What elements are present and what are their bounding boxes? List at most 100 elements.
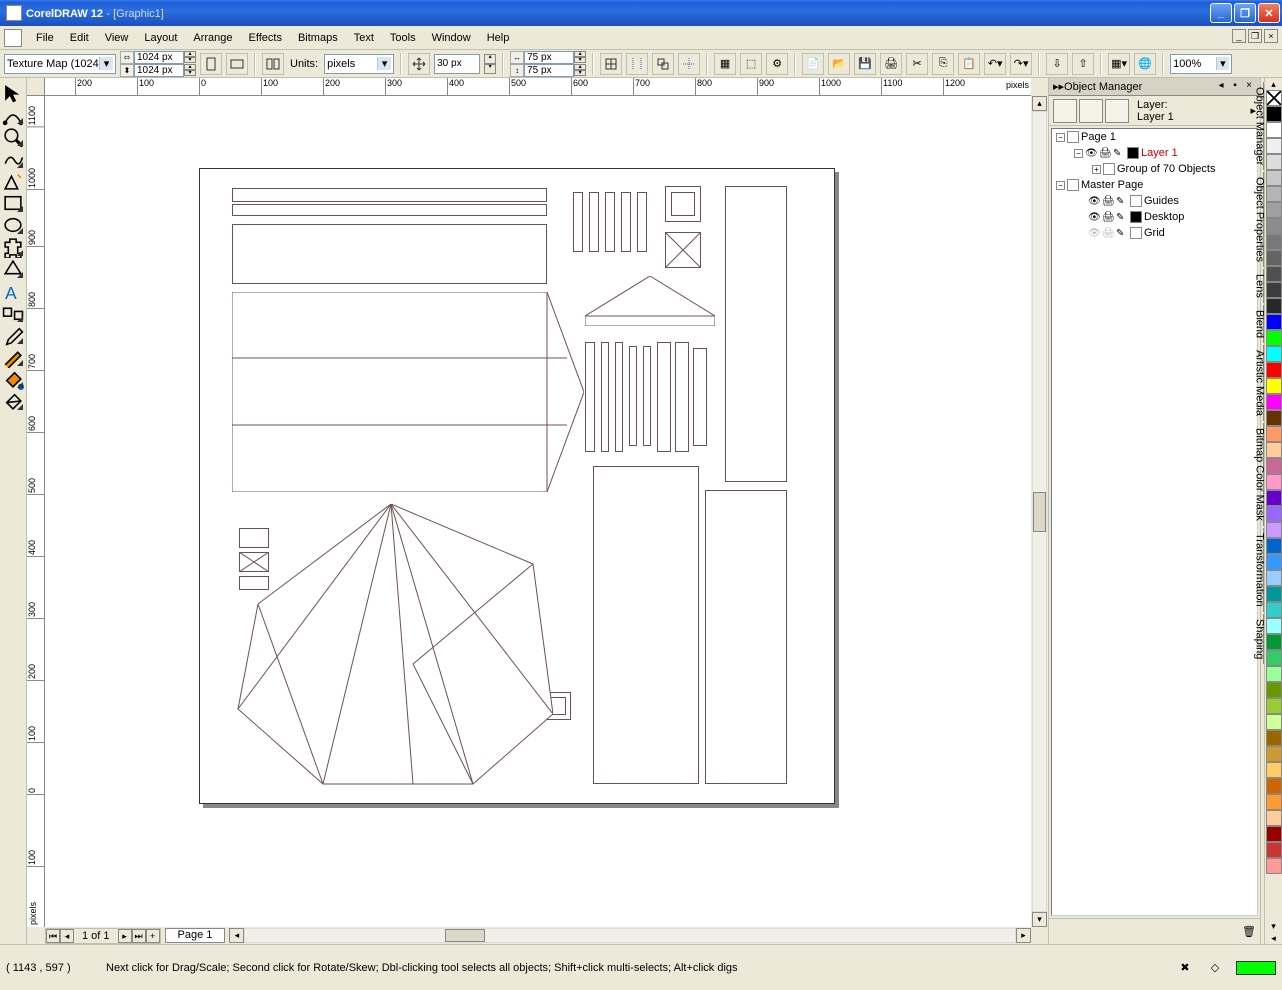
visible-icon[interactable]: 👁 <box>1088 196 1100 206</box>
tree-page[interactable]: Page 1 <box>1081 131 1116 143</box>
mdi-restore[interactable]: ❐ <box>1248 29 1262 43</box>
pick-tool[interactable] <box>1 82 25 104</box>
paper-size-combo[interactable]: Texture Map (1024... ▾ <box>4 54 116 74</box>
freehand-tool[interactable] <box>1 148 25 170</box>
editable-icon[interactable]: ✎ <box>1116 212 1128 222</box>
color-swatch[interactable] <box>1266 298 1282 314</box>
color-swatch[interactable] <box>1266 394 1282 410</box>
layer-color-icon[interactable] <box>1130 195 1142 207</box>
color-swatch[interactable] <box>1266 634 1282 650</box>
ellipse-tool[interactable] <box>1 214 25 236</box>
printable-icon[interactable]: 🖨 <box>1102 212 1114 222</box>
color-swatch[interactable] <box>1266 186 1282 202</box>
color-swatch[interactable] <box>1266 746 1282 762</box>
spin-down[interactable]: ▾ <box>574 70 586 76</box>
expand-icon[interactable]: − <box>1074 149 1083 158</box>
menu-view[interactable]: View <box>97 30 137 46</box>
editable-icon[interactable]: ✎ <box>1113 148 1125 158</box>
minimize-button[interactable]: _ <box>1210 3 1232 23</box>
current-fill-swatch[interactable] <box>1236 961 1276 975</box>
color-swatch[interactable] <box>1266 618 1282 634</box>
new-master-layer-button[interactable] <box>1079 922 1101 942</box>
printable-icon[interactable]: 🖨 <box>1102 228 1114 238</box>
spin-down[interactable]: ▾ <box>574 57 586 63</box>
document-icon[interactable] <box>4 29 22 47</box>
menu-file[interactable]: File <box>28 30 62 46</box>
color-swatch[interactable] <box>1266 122 1282 138</box>
editable-icon[interactable]: ✎ <box>1116 228 1128 238</box>
eyedropper-tool[interactable] <box>1 324 25 346</box>
docker-title-bar[interactable]: ▸▸ Object Manager ◂ ▪ × <box>1049 78 1260 96</box>
options-button[interactable]: ⚙ <box>766 53 788 75</box>
color-swatch[interactable] <box>1266 362 1282 378</box>
maximize-button[interactable]: ❐ <box>1234 3 1256 23</box>
printable-icon[interactable]: 🖨 <box>1102 196 1114 206</box>
scroll-down-button[interactable]: ▾ <box>1032 912 1047 927</box>
vertical-scrollbar[interactable]: ▴ ▾ <box>1031 96 1048 927</box>
nudge-offset-input[interactable]: 30 px <box>434 54 480 74</box>
paste-button[interactable]: 📋 <box>958 53 980 75</box>
menu-layout[interactable]: Layout <box>136 30 185 46</box>
color-swatch[interactable] <box>1266 538 1282 554</box>
layer-color-icon[interactable] <box>1130 227 1142 239</box>
color-swatch[interactable] <box>1266 378 1282 394</box>
color-swatch[interactable] <box>1266 858 1282 874</box>
new-button[interactable]: 📄 <box>802 53 824 75</box>
palette-scroll-up[interactable]: ▴ <box>1265 78 1282 90</box>
rectangle-tool[interactable] <box>1 192 25 214</box>
shape-tool[interactable] <box>1 104 25 126</box>
color-swatch[interactable] <box>1266 714 1282 730</box>
color-swatch[interactable] <box>1266 842 1282 858</box>
color-swatch[interactable] <box>1266 666 1282 682</box>
snap-to-grid-button[interactable] <box>600 53 622 75</box>
scroll-up-button[interactable]: ▴ <box>1032 96 1047 111</box>
menu-bitmaps[interactable]: Bitmaps <box>290 30 346 46</box>
color-swatch[interactable] <box>1266 602 1282 618</box>
print-button[interactable]: 🖨 <box>880 53 902 75</box>
units-combo[interactable]: pixels ▾ <box>324 54 394 74</box>
color-swatch[interactable] <box>1266 426 1282 442</box>
tree-guides[interactable]: Guides <box>1144 195 1179 207</box>
color-swatch[interactable] <box>1266 554 1282 570</box>
color-swatch[interactable] <box>1266 234 1282 250</box>
app-launcher-button[interactable]: ▦▾ <box>1108 53 1130 75</box>
scroll-right-button[interactable]: ▸ <box>1016 928 1031 943</box>
spin-down[interactable]: ▾ <box>184 70 196 76</box>
export-button[interactable]: ⇧ <box>1072 53 1094 75</box>
color-swatch[interactable] <box>1266 282 1282 298</box>
save-button[interactable]: 💾 <box>854 53 876 75</box>
editable-icon[interactable]: ✎ <box>1116 196 1128 206</box>
color-swatch[interactable] <box>1266 762 1282 778</box>
smart-draw-tool[interactable] <box>1 170 25 192</box>
zoom-tool[interactable] <box>1 126 25 148</box>
page-width-input[interactable]: 1024 px <box>134 51 184 64</box>
menu-effects[interactable]: Effects <box>241 30 290 46</box>
page-layout-button[interactable] <box>262 53 284 75</box>
new-layer-button[interactable] <box>1053 922 1075 942</box>
menu-text[interactable]: Text <box>346 30 382 46</box>
dynamic-guides-button[interactable] <box>678 53 700 75</box>
text-tool[interactable]: A <box>1 280 25 302</box>
interactive-blend-tool[interactable] <box>1 302 25 324</box>
dup-x-input[interactable]: 75 px <box>524 51 574 64</box>
spin-down[interactable]: ▾ <box>184 57 196 63</box>
tree-layer[interactable]: Layer 1 <box>1141 147 1178 159</box>
color-swatch[interactable] <box>1266 170 1282 186</box>
outline-indicator-icon[interactable]: ◇ <box>1206 959 1224 977</box>
next-page-button[interactable]: ▸ <box>118 929 132 943</box>
fill-indicator-icon[interactable]: ✖ <box>1176 959 1194 977</box>
color-swatch[interactable] <box>1266 410 1282 426</box>
zoom-combo[interactable]: 100% ▾ <box>1170 54 1232 74</box>
printable-icon[interactable]: 🖨 <box>1099 148 1111 158</box>
undo-button[interactable]: ↶▾ <box>984 53 1006 75</box>
color-swatch[interactable] <box>1266 250 1282 266</box>
portrait-button[interactable] <box>200 53 222 75</box>
color-swatch[interactable] <box>1266 154 1282 170</box>
color-swatch[interactable] <box>1266 266 1282 282</box>
spin-up[interactable]: ▴ <box>484 54 496 64</box>
basic-shapes-tool[interactable] <box>1 258 25 280</box>
layer-color-icon[interactable] <box>1127 147 1139 159</box>
color-swatch[interactable] <box>1266 810 1282 826</box>
first-page-button[interactable]: ⏮ <box>46 929 60 943</box>
page-tab[interactable]: Page 1 <box>165 928 226 943</box>
